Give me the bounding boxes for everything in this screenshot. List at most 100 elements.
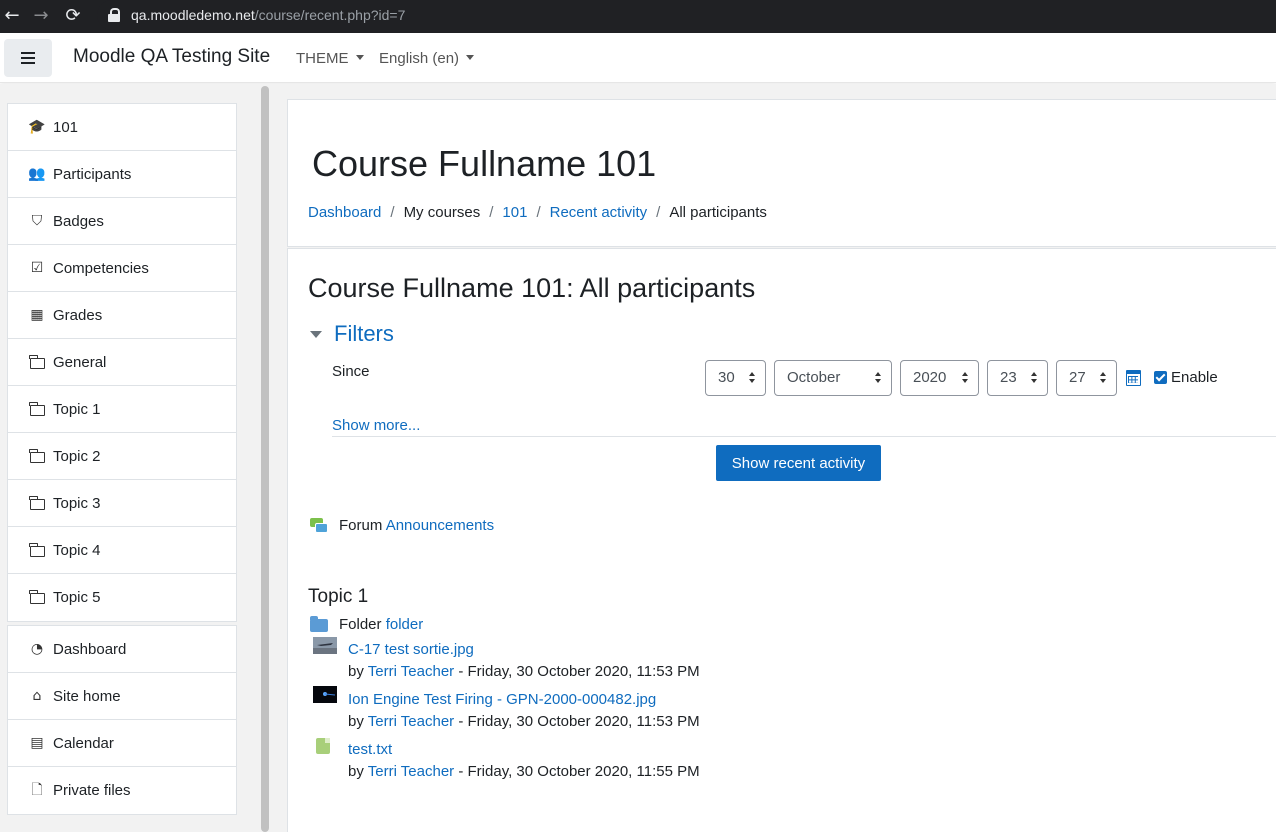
theme-menu[interactable]: THEME <box>296 50 364 67</box>
breadcrumb: Dashboard / My courses / 101 / Recent ac… <box>308 204 767 221</box>
file-link-test-txt[interactable]: test.txt <box>348 741 392 758</box>
folder-icon <box>29 542 45 558</box>
select-arrows-icon <box>1100 372 1107 384</box>
sidebar-item-calendar[interactable]: ▤ Calendar <box>8 720 236 767</box>
sidebar-item-101[interactable]: 🎓 101 <box>8 104 236 151</box>
forum-announcements-link[interactable]: Announcements <box>386 517 494 534</box>
browser-toolbar: ← → ⟳ qa.moodledemo.net/course/recent.ph… <box>0 0 1276 33</box>
file-meta-row: by Terri Teacher - Friday, 30 October 20… <box>348 663 700 680</box>
select-arrows-icon <box>962 372 969 384</box>
sidebar-item-label: Grades <box>53 306 103 324</box>
sidebar-item-site-home[interactable]: ⌂ Site home <box>8 673 236 720</box>
sidebar-item-label: Dashboard <box>53 640 127 658</box>
folder-icon <box>29 590 45 606</box>
sidebar-item-badges[interactable]: ⛉ Badges <box>8 198 236 245</box>
show-more-link[interactable]: Show more... <box>332 417 420 434</box>
site-nav-group: ◔ Dashboard ⌂ Site home ▤ Calendar 🗋 Private… <box>7 625 237 815</box>
text-file-icon <box>316 738 330 754</box>
sidebar-item-label: Private files <box>53 782 131 799</box>
sidebar-item-label: Topic 5 <box>53 589 101 606</box>
course-nav-group: 🎓 101 👥 Participants ⛉ Badges ☑ Competencies… <box>7 103 237 622</box>
sidebar-item-label: Competencies <box>53 259 149 277</box>
url-host: qa.moodledemo.net <box>131 7 255 23</box>
select-arrows-icon <box>1031 372 1038 384</box>
breadcrumb-separator: / <box>656 204 661 221</box>
c17-thumbnail-image <box>313 637 337 654</box>
sidebar-item-label: Calendar <box>53 734 114 752</box>
sidebar-item-grades[interactable]: ▦ Grades <box>8 292 236 339</box>
reload-icon[interactable]: ⟳ <box>61 4 85 28</box>
file-icon: 🗋 <box>31 781 43 798</box>
by-label: by <box>348 663 364 680</box>
sidebar-item-label: Site home <box>53 687 121 705</box>
topic-heading: Topic 1 <box>308 586 369 607</box>
enable-checkbox[interactable] <box>1154 371 1167 384</box>
users-icon: 👥 <box>28 166 46 182</box>
breadcrumb-separator: / <box>489 204 494 221</box>
check-square-icon: ☑ <box>30 260 44 276</box>
file-link-ion-engine[interactable]: Ion Engine Test Firing - GPN-2000-000482… <box>348 691 656 708</box>
folder-icon <box>29 401 45 417</box>
sidebar-item-topic-2[interactable]: Topic 2 <box>8 433 236 480</box>
show-recent-activity-button[interactable]: Show recent activity <box>716 445 881 481</box>
file-date: - Friday, 30 October 2020, 11:53 PM <box>458 713 700 730</box>
file-date: - Friday, 30 October 2020, 11:55 PM <box>458 763 700 780</box>
forward-arrow-icon[interactable]: → <box>29 4 53 28</box>
language-menu[interactable]: English (en) <box>379 50 475 67</box>
page-heading: Course Fullname 101: All participants <box>308 273 756 303</box>
day-select[interactable]: 30 <box>705 360 766 396</box>
year-select[interactable]: 2020 <box>900 360 979 396</box>
sidebar-scrollbar[interactable] <box>260 84 270 832</box>
file-link-c17[interactable]: C-17 test sortie.jpg <box>348 641 474 658</box>
table-icon: ▦ <box>30 307 44 323</box>
site-name[interactable]: Moodle QA Testing Site <box>73 46 270 68</box>
filters-legend-label: Filters <box>334 321 394 346</box>
home-icon: ⌂ <box>32 688 42 704</box>
file-meta-row: by Terri Teacher - Friday, 30 October 20… <box>348 763 700 780</box>
month-select[interactable]: October <box>774 360 892 396</box>
minute-select[interactable]: 27 <box>1056 360 1117 396</box>
folder-link[interactable]: folder <box>386 616 424 633</box>
sidebar-item-topic-3[interactable]: Topic 3 <box>8 480 236 527</box>
region-main: Course Fullname 101: All participants Fi… <box>287 248 1276 832</box>
sidebar-item-private-files[interactable]: 🗋 Private files <box>8 767 236 814</box>
page-header: Course Fullname 101 Dashboard / My cours… <box>287 99 1276 247</box>
calendar-icon[interactable] <box>1126 370 1141 386</box>
by-label: by <box>348 763 364 780</box>
author-link[interactable]: Terri Teacher <box>368 663 454 680</box>
sidebar-item-dashboard[interactable]: ◔ Dashboard <box>8 626 236 673</box>
theme-menu-label: THEME <box>296 50 349 67</box>
nav-drawer: 🎓 101 👥 Participants ⛉ Badges ☑ Competencies… <box>0 84 272 832</box>
breadcrumb-recent-activity[interactable]: Recent activity <box>550 204 648 221</box>
select-arrows-icon <box>875 372 882 384</box>
since-label: Since <box>332 363 370 380</box>
author-link[interactable]: Terri Teacher <box>368 763 454 780</box>
sidebar-item-topic-5[interactable]: Topic 5 <box>8 574 236 621</box>
back-arrow-icon[interactable]: ← <box>0 4 24 28</box>
hour-select[interactable]: 23 <box>987 360 1048 396</box>
sidebar-item-label: 101 <box>53 118 79 136</box>
sidebar-item-topic-1[interactable]: Topic 1 <box>8 386 236 433</box>
sidebar-item-topic-4[interactable]: Topic 4 <box>8 527 236 574</box>
forum-activity-row: Forum Announcements <box>339 517 494 534</box>
breadcrumb-dashboard[interactable]: Dashboard <box>308 204 381 221</box>
minute-select-value: 27 <box>1069 369 1086 386</box>
forum-icon <box>310 518 328 534</box>
scrollbar-thumb[interactable] <box>261 86 269 832</box>
caret-down-icon <box>355 55 364 60</box>
sidebar-item-competencies[interactable]: ☑ Competencies <box>8 245 236 292</box>
sidebar-item-general[interactable]: General <box>8 339 236 386</box>
filters-toggle[interactable]: Filters <box>310 321 394 347</box>
breadcrumb-101[interactable]: 101 <box>502 204 527 221</box>
month-select-value: October <box>787 369 841 386</box>
sidebar-item-label: Topic 2 <box>53 447 101 465</box>
breadcrumb-my-courses: My courses <box>403 204 481 221</box>
sidebar-item-participants[interactable]: 👥 Participants <box>8 151 236 198</box>
author-link[interactable]: Terri Teacher <box>368 713 454 730</box>
by-label: by <box>348 713 364 730</box>
select-arrows-icon <box>749 372 756 384</box>
drawer-toggle-button[interactable] <box>4 39 52 77</box>
address-bar[interactable]: qa.moodledemo.net/course/recent.php?id=7 <box>97 0 1276 30</box>
day-select-value: 30 <box>718 369 735 386</box>
folder-type-label: Folder <box>339 616 382 633</box>
